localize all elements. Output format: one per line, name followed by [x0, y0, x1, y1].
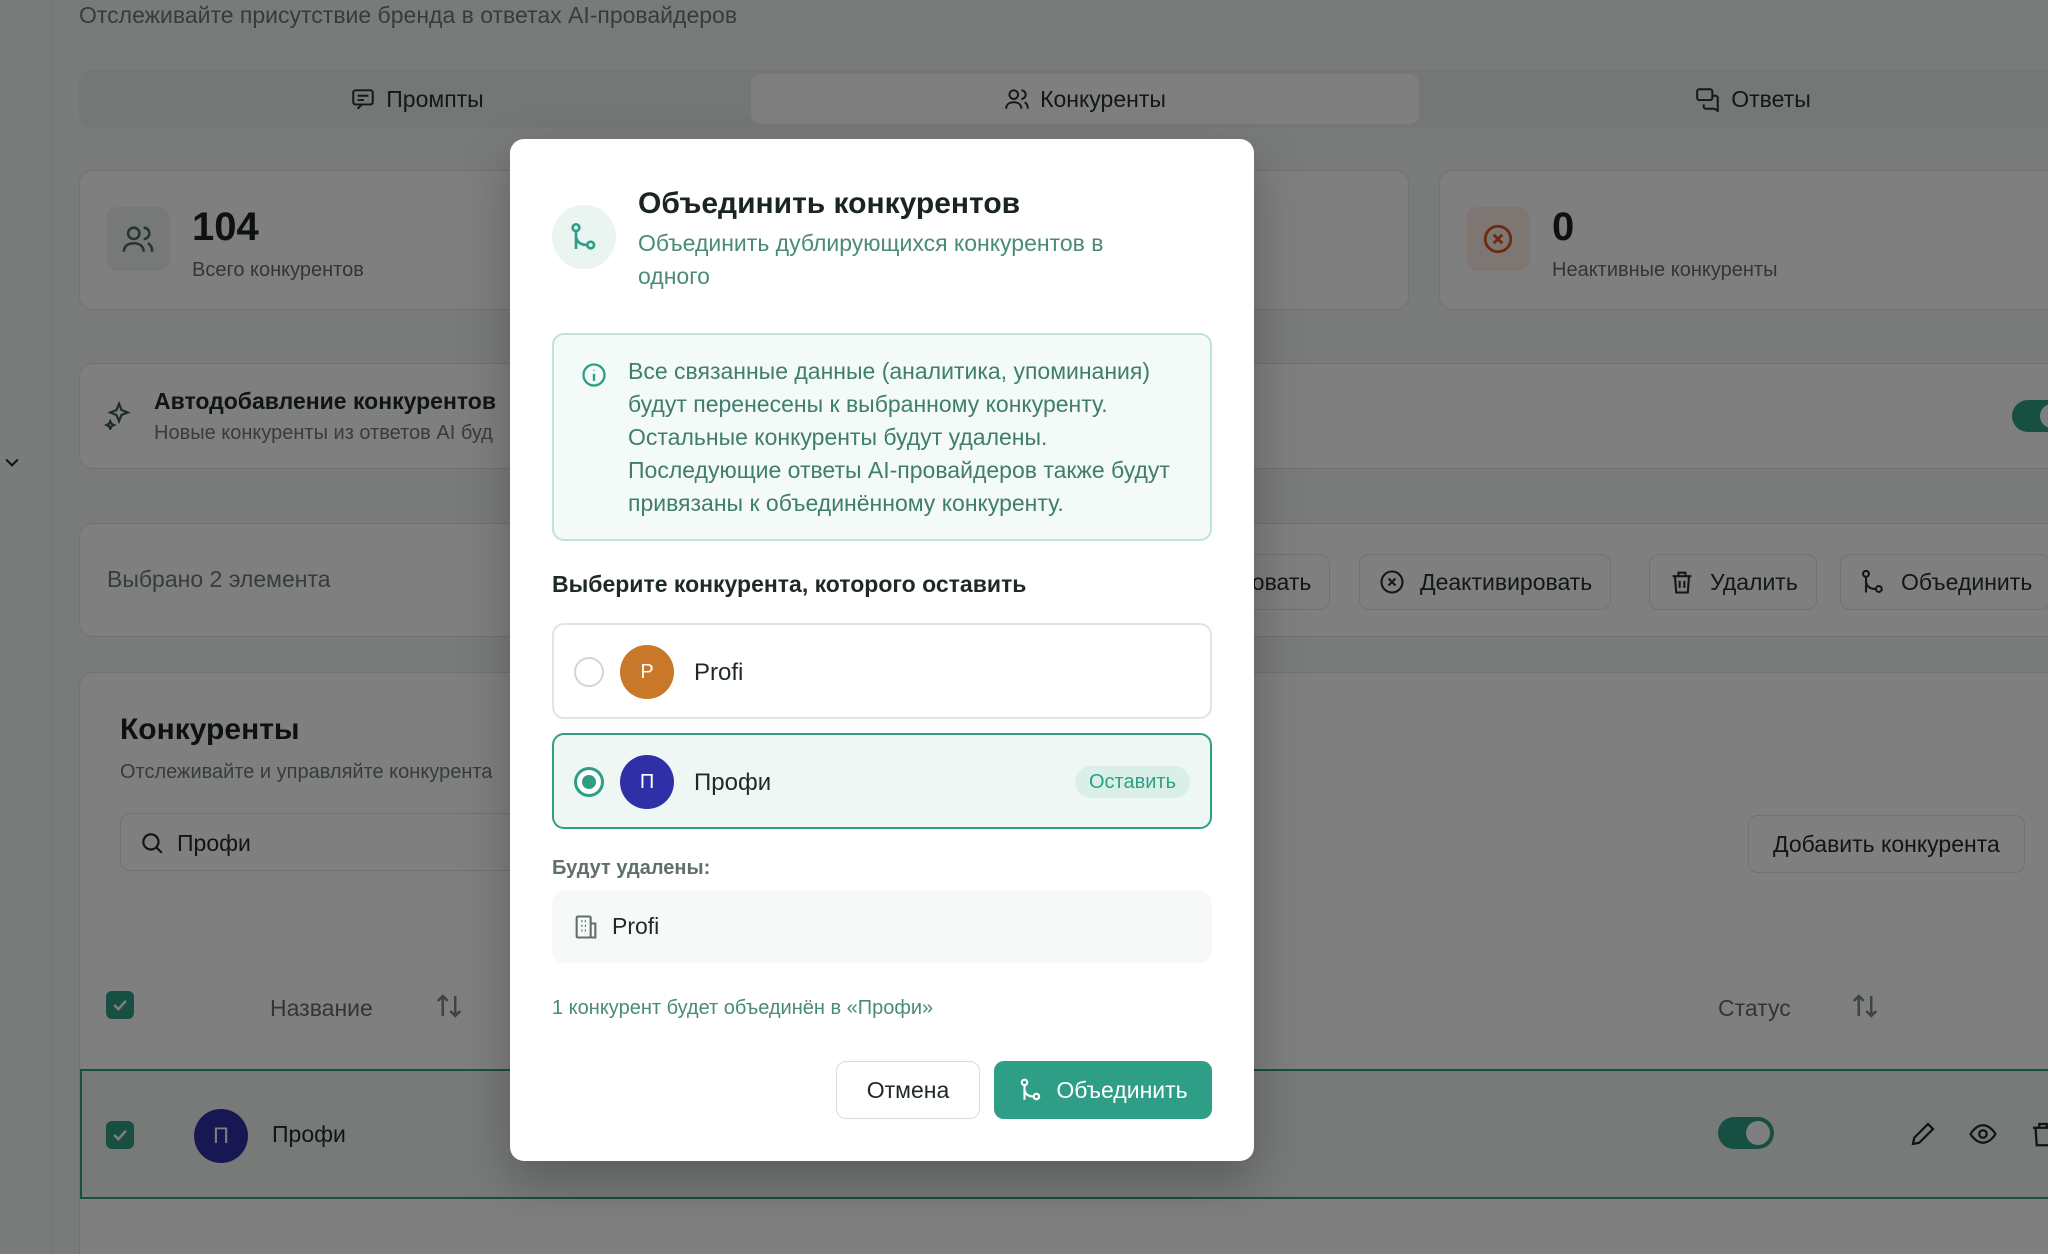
keep-badge: Оставить [1075, 766, 1190, 798]
delete-label: Будут удалены: [552, 857, 711, 879]
delete-item-name: Profi [612, 913, 660, 939]
merge-note: 1 конкурент будет объединён в «Профи» [552, 997, 934, 1019]
option-name: Profi [694, 659, 744, 686]
merge-dialog: Объединить конкурентов Объединить дублир… [510, 139, 1254, 1161]
info-callout: Все связанные данные (аналитика, упомина… [552, 333, 1212, 541]
confirm-merge-button[interactable]: Объединить [994, 1061, 1212, 1119]
git-merge-icon [1021, 1078, 1041, 1101]
avatar: П [620, 755, 674, 809]
radio-button[interactable] [574, 657, 604, 687]
option-profi-cyrillic[interactable]: П Профи Оставить [552, 733, 1212, 829]
delete-item: Profi [552, 891, 1212, 963]
option-name: Профи [694, 769, 772, 796]
avatar: P [620, 645, 674, 699]
building-icon [575, 915, 597, 939]
choose-label: Выберите конкурента, которого оставить [552, 571, 1027, 597]
dialog-icon [552, 205, 616, 269]
radio-button[interactable] [574, 767, 604, 797]
git-merge-icon [571, 223, 596, 250]
option-profi-latin[interactable]: P Profi [552, 623, 1212, 719]
info-text: Все связанные данные (аналитика, упомина… [628, 358, 1170, 516]
dialog-title: Объединить конкурентов [638, 187, 1021, 220]
info-icon [582, 363, 606, 387]
button-label: Объединить [1056, 1076, 1188, 1103]
dialog-description: Объединить дублирующихся конкурентов в о… [638, 230, 1104, 289]
cancel-button[interactable]: Отмена [836, 1061, 980, 1119]
